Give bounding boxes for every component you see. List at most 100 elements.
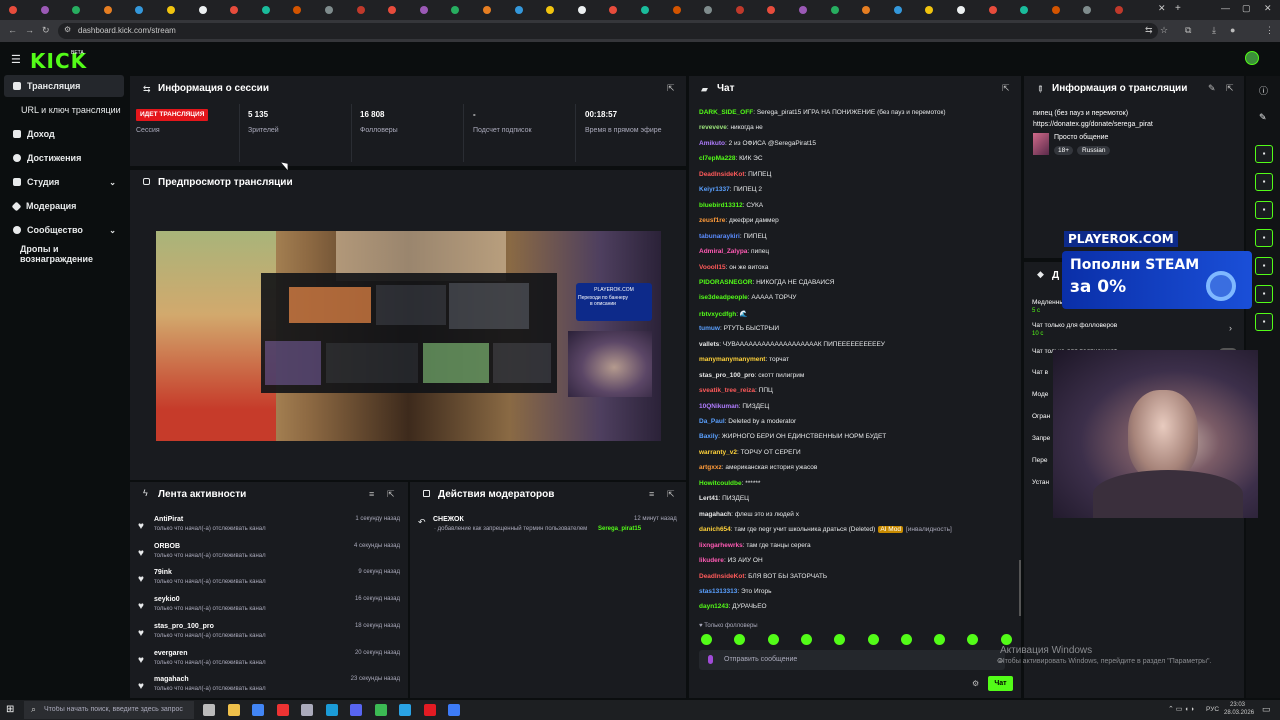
- browser-tab[interactable]: [543, 3, 559, 17]
- taskbar-app-icon[interactable]: [448, 704, 460, 716]
- browser-tab[interactable]: [954, 3, 970, 17]
- browser-tab[interactable]: [6, 3, 22, 17]
- target-icon[interactable]: ▪: [1255, 145, 1273, 163]
- browser-tab[interactable]: [764, 3, 780, 17]
- taskbar-app-icon[interactable]: [325, 704, 338, 716]
- popout-icon[interactable]: ⇱: [667, 489, 675, 500]
- tray-icons[interactable]: ⌃ ▭ ◖ ◗: [1168, 705, 1195, 713]
- activity-username[interactable]: 79ink: [154, 569, 172, 576]
- mod-action-user[interactable]: Serega_pirat15: [598, 526, 641, 532]
- back-icon[interactable]: ←: [8, 25, 17, 35]
- taskbar-app-icon[interactable]: [301, 704, 313, 716]
- browser-tab[interactable]: [701, 3, 717, 17]
- activity-username[interactable]: evergaren: [154, 650, 187, 657]
- user-avatar[interactable]: [1245, 51, 1259, 65]
- browser-tab[interactable]: [606, 3, 622, 17]
- emote-icon[interactable]: [701, 634, 712, 645]
- browser-tab[interactable]: [227, 3, 243, 17]
- browser-tab[interactable]: [480, 3, 496, 17]
- chat-username[interactable]: warranty_v2: [699, 449, 737, 456]
- browser-tab[interactable]: [385, 3, 401, 17]
- chat-username[interactable]: vallets: [699, 341, 719, 348]
- broadcast-icon[interactable]: ▪: [1255, 257, 1273, 275]
- popout-icon[interactable]: ⇱: [1002, 83, 1010, 94]
- bookmark-star-icon[interactable]: ☆: [1160, 25, 1168, 36]
- edit-pencil-icon[interactable]: ✎: [1208, 83, 1216, 94]
- browser-tab[interactable]: [164, 3, 180, 17]
- chat-username[interactable]: Baxily: [699, 433, 718, 440]
- sidebar-item-moderation[interactable]: Модерация: [4, 195, 124, 217]
- chat-username[interactable]: sveatik_tree_reiza: [699, 387, 755, 394]
- extensions-icon[interactable]: ⧉: [1185, 25, 1191, 36]
- chat-username[interactable]: Da_Paul: [699, 418, 725, 425]
- emote-icon[interactable]: [1000, 634, 1012, 645]
- pencil-icon[interactable]: ✎: [1259, 112, 1267, 123]
- browser-tab[interactable]: [1017, 3, 1033, 17]
- chat-username[interactable]: tabunaraykiri: [699, 233, 740, 240]
- chat-username[interactable]: Keiyr1337: [699, 186, 730, 193]
- wrench-icon[interactable]: ▪: [1255, 313, 1273, 331]
- browser-tab[interactable]: [38, 3, 54, 17]
- send-chat-button[interactable]: Чат: [988, 676, 1013, 691]
- mic-icon[interactable]: [708, 655, 713, 664]
- browser-tab[interactable]: [670, 3, 686, 17]
- chat-username[interactable]: ise3deadpeople: [699, 294, 748, 301]
- popout-icon[interactable]: ⇱: [667, 83, 675, 94]
- activity-username[interactable]: seykio0: [154, 596, 180, 603]
- close-tab-icon[interactable]: ✕: [1158, 3, 1166, 14]
- site-info-icon[interactable]: ⚙: [64, 25, 71, 34]
- chat-username[interactable]: bluebird13312: [699, 202, 743, 209]
- clock-time[interactable]: 23:03: [1230, 702, 1245, 708]
- maximize-icon[interactable]: ▢: [1242, 3, 1251, 14]
- emote-icon[interactable]: [800, 634, 812, 645]
- sidebar-item-community[interactable]: Сообщество ⌄: [4, 219, 124, 241]
- activity-username[interactable]: stas_pro_100_pro: [154, 623, 214, 630]
- emote-icon[interactable]: [900, 634, 912, 645]
- chat-username[interactable]: 10QNikuman: [699, 403, 739, 410]
- new-tab-icon[interactable]: +: [1175, 3, 1181, 14]
- chat-username[interactable]: Howitcouldbe: [699, 480, 742, 487]
- chat-username[interactable]: tumuw: [699, 325, 720, 332]
- sidebar-item-studio[interactable]: Студия ⌄: [4, 171, 124, 193]
- popout-icon[interactable]: ⇱: [1226, 83, 1234, 94]
- taskbar-app-icon[interactable]: [374, 704, 387, 716]
- browser-tab[interactable]: [290, 3, 306, 17]
- url-input[interactable]: [58, 23, 1158, 39]
- chat-username[interactable]: DeadInsideKot: [699, 573, 745, 580]
- chat-username[interactable]: stas_pro_100_pro: [699, 372, 755, 379]
- browser-tab[interactable]: [69, 3, 85, 17]
- chat-icon[interactable]: ▪: [1255, 229, 1273, 247]
- menu-dots-icon[interactable]: ⋮: [1265, 25, 1274, 36]
- sidebar-item-stream-key[interactable]: URL и ключ трансляции: [4, 99, 124, 121]
- clock-date[interactable]: 28.03.2026: [1224, 710, 1254, 716]
- browser-tab[interactable]: [733, 3, 749, 17]
- browser-tab[interactable]: [828, 3, 844, 17]
- browser-tab[interactable]: [417, 3, 433, 17]
- browser-tab[interactable]: [638, 3, 654, 17]
- chat-username[interactable]: Voooll15: [699, 264, 726, 271]
- browser-tab[interactable]: [1080, 3, 1096, 17]
- chat-scrollbar[interactable]: [1019, 560, 1021, 616]
- browser-tab[interactable]: [448, 3, 464, 17]
- chat-username[interactable]: DeadInsideKot: [699, 171, 745, 178]
- taskbar-app-icon[interactable]: [252, 704, 264, 716]
- translate-icon[interactable]: ⇆: [1145, 25, 1153, 36]
- taskbar-app-icon[interactable]: [399, 704, 411, 716]
- browser-tab[interactable]: [259, 3, 275, 17]
- language-indicator[interactable]: РУС: [1206, 706, 1219, 713]
- chat-username[interactable]: PIDORASNEGOR: [699, 279, 752, 286]
- stream-preview-video[interactable]: PLAYEROK.COM Переходи по баннеру в описан…: [156, 231, 661, 441]
- activity-username[interactable]: ORBOB: [154, 543, 180, 550]
- chat-username[interactable]: manymanymanyment: [699, 356, 765, 363]
- chat-username[interactable]: artgxxz: [699, 464, 722, 471]
- activity-username[interactable]: magahach: [154, 676, 189, 683]
- emote-icon[interactable]: [767, 634, 779, 645]
- chat-username[interactable]: DARK_SIDE_OFF: [699, 109, 753, 116]
- browser-tab[interactable]: [1049, 3, 1065, 17]
- chat-username[interactable]: Lert41: [699, 495, 719, 502]
- chat-username[interactable]: reveveve: [699, 124, 727, 131]
- browser-tab[interactable]: [354, 3, 370, 17]
- sidebar-item-drops[interactable]: Дропы и вознаграждение: [14, 243, 134, 265]
- browser-tab[interactable]: [986, 3, 1002, 17]
- browser-tab[interactable]: [859, 3, 875, 17]
